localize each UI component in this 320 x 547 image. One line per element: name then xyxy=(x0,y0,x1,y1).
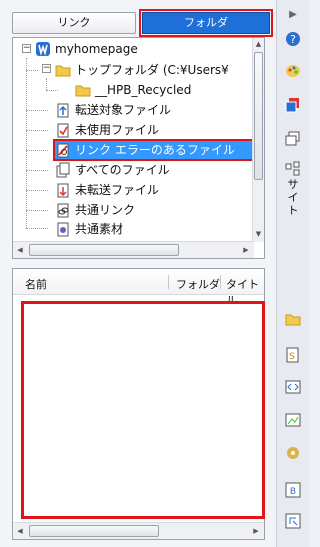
common-link-icon xyxy=(55,202,71,218)
site-view-icon[interactable] xyxy=(284,160,302,178)
scroll-thumb[interactable] xyxy=(254,52,263,180)
collapse-icon[interactable]: − xyxy=(22,44,31,53)
file-list: 名前 フォルダ タイトル ◀ ▶ xyxy=(12,268,265,540)
scroll-left-icon[interactable]: ◀ xyxy=(15,527,25,535)
tree-node-upload-files[interactable]: 転送対象ファイル xyxy=(55,101,173,119)
tree-line xyxy=(26,110,48,111)
tab-folder[interactable]: フォルダ xyxy=(139,9,273,37)
tree-node-untransferred-files[interactable]: 未転送ファイル xyxy=(55,181,161,199)
column-separator[interactable] xyxy=(168,275,169,289)
right-toolbar: ▶ ? サイト S B xyxy=(276,0,309,547)
site-tab-label[interactable]: サイト xyxy=(286,178,300,217)
column-folder[interactable]: フォルダ xyxy=(176,276,220,292)
tree-node-label: すべてのファイル xyxy=(75,163,170,177)
tree-vertical-scrollbar[interactable]: ▲ ▼ xyxy=(252,38,264,242)
folder-icon xyxy=(55,62,71,78)
tree-node-label: myhomepage xyxy=(55,42,138,56)
all-files-icon xyxy=(55,162,71,178)
site-panel: リンク フォルダ − myhomepage − トップフォルダ (C:¥User… xyxy=(0,0,276,547)
tab-link[interactable]: リンク xyxy=(12,12,136,34)
tree-node-label: リンク エラーのあるファイル xyxy=(75,143,235,157)
tree-line xyxy=(26,190,48,191)
help-icon[interactable]: ? xyxy=(284,30,302,48)
svg-text:S: S xyxy=(289,352,295,362)
common-materials-icon xyxy=(55,221,71,237)
tree-line xyxy=(26,228,48,229)
collapse-icon[interactable]: − xyxy=(42,64,51,73)
list-header: 名前 フォルダ タイトル xyxy=(13,269,264,307)
scroll-up-icon[interactable]: ▲ xyxy=(253,40,264,48)
tree-node-recycled[interactable]: __HPB_Recycled xyxy=(75,81,193,99)
palette-icon[interactable] xyxy=(284,62,302,80)
format-icon[interactable]: B xyxy=(284,481,302,499)
scroll-right-icon[interactable]: ▶ xyxy=(241,246,251,254)
style-icon[interactable]: S xyxy=(284,346,302,364)
unused-file-icon xyxy=(55,122,71,138)
list-horizontal-scrollbar[interactable]: ◀ ▶ xyxy=(13,522,264,539)
tree-line xyxy=(26,58,27,228)
folder-icon xyxy=(75,82,91,98)
tree-line xyxy=(26,170,48,171)
windows-icon[interactable] xyxy=(284,130,302,148)
scroll-thumb[interactable] xyxy=(29,244,179,256)
untransferred-file-icon xyxy=(55,182,71,198)
tree-node-all-files[interactable]: すべてのファイル xyxy=(55,161,172,179)
svg-text:B: B xyxy=(290,487,296,497)
folder-icon[interactable] xyxy=(284,310,302,328)
tree-line xyxy=(46,90,58,91)
column-name[interactable]: 名前 xyxy=(25,276,47,292)
scroll-left-icon[interactable]: ◀ xyxy=(15,246,25,254)
code-icon[interactable] xyxy=(284,378,302,396)
tree-node-link-error-files[interactable]: リンク エラーのあるファイル xyxy=(53,139,260,161)
tree-line xyxy=(26,70,38,71)
scroll-right-icon[interactable]: ▶ xyxy=(251,527,261,535)
tree-line xyxy=(26,130,48,131)
settings-icon[interactable] xyxy=(284,444,302,462)
expand-arrow-icon[interactable]: ▶ xyxy=(284,5,302,23)
tree-node-common-links[interactable]: 共通リンク xyxy=(55,201,137,219)
link-error-icon xyxy=(55,142,71,158)
folder-tree[interactable]: − myhomepage − トップフォルダ (C:¥Users¥ __HPB_… xyxy=(12,37,265,259)
tree-node-label: 共通リンク xyxy=(75,203,136,217)
export-icon[interactable] xyxy=(284,512,302,530)
tree-node-common-materials[interactable]: 共通素材 xyxy=(55,220,125,238)
tree-node-unused-files[interactable]: 未使用ファイル xyxy=(55,121,161,139)
tree-node-label: 未使用ファイル xyxy=(75,123,160,137)
image-edit-icon[interactable] xyxy=(284,411,302,429)
file-list-body[interactable] xyxy=(21,301,265,519)
tree-node-label: __HPB_Recycled xyxy=(95,83,192,97)
site-root-icon xyxy=(35,41,51,57)
tree-node-label: 共通素材 xyxy=(75,222,124,236)
column-separator[interactable] xyxy=(220,275,221,289)
tab-strip: リンク フォルダ xyxy=(12,9,273,37)
layers-icon[interactable] xyxy=(284,96,302,114)
tree-horizontal-scrollbar[interactable]: ◀ ▶ xyxy=(13,241,254,258)
upload-file-icon xyxy=(55,102,71,118)
scroll-thumb[interactable] xyxy=(29,525,159,537)
scroll-down-icon[interactable]: ▼ xyxy=(253,230,264,238)
tree-node-top-folder[interactable]: トップフォルダ (C:¥Users¥ xyxy=(55,61,231,79)
tree-node-label: トップフォルダ (C:¥Users¥ xyxy=(75,63,229,77)
tree-node-label: 転送対象ファイル xyxy=(75,103,172,117)
tree-line xyxy=(26,150,48,151)
tree-line xyxy=(46,78,47,90)
tree-line xyxy=(26,210,48,211)
tree-node-label: 未転送ファイル xyxy=(75,183,160,197)
svg-text:?: ? xyxy=(290,33,296,46)
tree-node-root[interactable]: myhomepage xyxy=(35,40,140,58)
